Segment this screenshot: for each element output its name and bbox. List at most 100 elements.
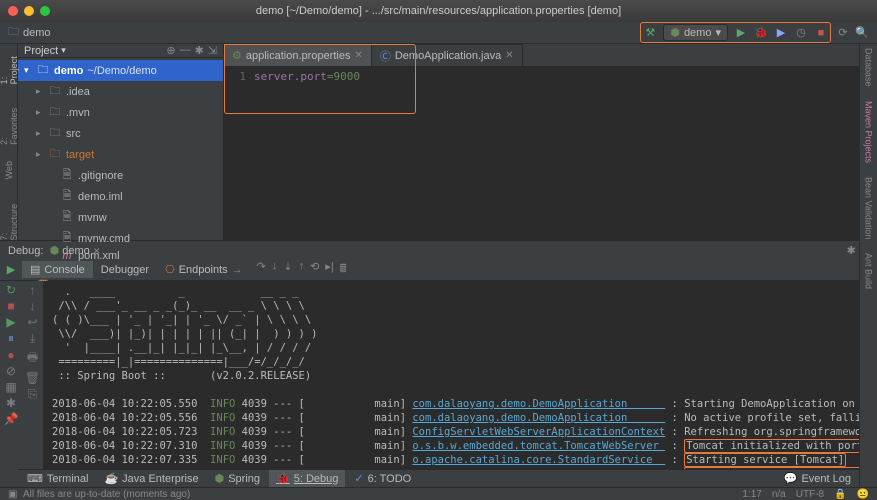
log-line: 2018-06-04 10:22:05.723 INFO 4039 --- [ …: [52, 425, 869, 439]
prop-key: server.port: [254, 70, 327, 83]
run-config-selector[interactable]: ⬢ demo ▾: [663, 24, 728, 41]
rerun-icon[interactable]: ↻: [2, 283, 20, 297]
profile-icon[interactable]: ◷: [794, 26, 808, 40]
view-breakpoints-icon[interactable]: ●: [2, 348, 20, 362]
tab-demo-application[interactable]: Ⓒ DemoApplication.java ✕: [372, 44, 523, 66]
tool-database[interactable]: Database: [864, 48, 874, 87]
debug-tab-console[interactable]: ▤Console: [22, 261, 93, 278]
soft-wrap-icon[interactable]: ↩: [24, 315, 41, 329]
lock-icon[interactable]: 🔒: [834, 489, 846, 500]
log-line: 2018-06-04 10:22:07.310 INFO 4039 --- [ …: [52, 439, 869, 453]
step-over-icon[interactable]: ↷: [257, 260, 266, 279]
step-into-icon[interactable]: ↓: [272, 260, 278, 279]
drop-frame-icon[interactable]: ⟲: [310, 260, 319, 279]
scroll-end-icon[interactable]: ⤓: [24, 331, 41, 346]
folder-icon: 🗀: [48, 103, 62, 122]
layout-icon[interactable]: ▦: [2, 380, 20, 394]
coverage-icon[interactable]: ▶: [774, 26, 788, 40]
bottom-debug[interactable]: 🐞5: Debug: [269, 470, 345, 488]
editor-body[interactable]: 1server.port=9000: [224, 66, 877, 240]
tool-bean-validation[interactable]: Bean Validation: [864, 177, 874, 239]
gear-icon[interactable]: ✱: [195, 44, 204, 57]
bottom-java-enterprise[interactable]: ☕Java Enterprise: [97, 470, 205, 488]
endpoints-icon: ⎔: [165, 263, 175, 276]
status-bar: ▣ All files are up-to-date (moments ago)…: [0, 487, 877, 500]
folder-icon: 🗀: [48, 145, 62, 164]
close-icon[interactable]: ✕: [93, 246, 101, 256]
pause-icon[interactable]: ⏸: [2, 331, 20, 346]
bottom-spring[interactable]: ⬢Spring: [208, 470, 267, 488]
tree-root[interactable]: ▾ 🗀 demo ~/Demo/demo: [18, 60, 223, 81]
chevron-down-icon: ▾: [715, 26, 721, 39]
run-to-cursor-icon[interactable]: ▸|: [325, 260, 333, 279]
settings-icon[interactable]: ✱: [2, 396, 20, 410]
tree-item-src[interactable]: ▸🗀src: [18, 123, 223, 144]
bottom-todo[interactable]: ✓6: TODO: [347, 470, 418, 488]
search-icon[interactable]: 🔍: [855, 26, 869, 40]
close-icon[interactable]: ✕: [354, 50, 362, 61]
event-log[interactable]: 💬Event Log: [784, 472, 859, 485]
mute-breakpoints-icon[interactable]: ⊘: [2, 364, 20, 378]
debug-tab-endpoints[interactable]: ⎔Endpoints →: [157, 261, 251, 278]
run-icon[interactable]: ▶: [734, 26, 748, 40]
file-icon: 🗎: [60, 208, 74, 227]
chevron-down-icon[interactable]: ▾: [61, 45, 66, 56]
bug-icon: 🐞: [276, 472, 290, 485]
stop-icon[interactable]: ■: [2, 299, 20, 313]
debug-tab-debugger[interactable]: Debugger: [93, 262, 157, 278]
right-tool-strip: Database Maven Projects Bean Validation …: [859, 44, 877, 486]
tree-item-mvnw[interactable]: 🗎mvnw: [18, 207, 223, 228]
project-view-selector[interactable]: Project: [24, 45, 58, 57]
leaf-icon: ⬢: [50, 245, 60, 257]
tool-project[interactable]: 1: Project: [0, 48, 19, 84]
console-output[interactable]: . ____ _ __ _ _ /\\ / ___'_ __ _ _(_)_ _…: [44, 281, 877, 481]
filter-icon[interactable]: ⎘: [24, 387, 41, 402]
update-icon[interactable]: ⟳: [836, 26, 850, 40]
debug-tool-window: Debug: ⬢ demo ✕ ✱⇲ ▶ ▤Console Debugger ⎔…: [0, 240, 877, 481]
print-icon[interactable]: 🖶: [24, 348, 41, 369]
project-pane: Project ▾ ⊕ — ✱ ⇲ ▾ 🗀 demo ~/Demo/demo ▸…: [18, 44, 224, 240]
rerun-icon[interactable]: ▶: [7, 264, 15, 276]
tool-ant[interactable]: Ant Build: [864, 253, 874, 289]
evaluate-icon[interactable]: 🖩: [340, 260, 347, 279]
hector-icon[interactable]: 😐: [857, 489, 869, 500]
step-out-icon[interactable]: ↑: [299, 260, 305, 279]
tree-item-target[interactable]: ▸🗀target: [18, 144, 223, 165]
log-line: 2018-06-04 10:22:05.556 INFO 4039 --- [ …: [52, 411, 869, 425]
debug-icon[interactable]: 🐞: [754, 26, 768, 40]
tree-item-mvn[interactable]: ▸🗀.mvn: [18, 102, 223, 123]
window-icon[interactable]: ▣: [8, 489, 17, 500]
hide-icon[interactable]: ⇲: [208, 44, 217, 57]
build-icon[interactable]: ⚒: [643, 26, 657, 40]
caret-right-icon[interactable]: ▸: [36, 149, 44, 160]
gear-icon[interactable]: ✱: [847, 244, 856, 257]
resume-icon[interactable]: ▶: [2, 315, 20, 329]
tree-item-gitignore[interactable]: 🗎.gitignore: [18, 165, 223, 186]
tool-web[interactable]: Web: [4, 161, 14, 179]
clear-icon[interactable]: 🗑: [24, 371, 41, 385]
caret-right-icon[interactable]: ▸: [36, 128, 44, 139]
caret-right-icon[interactable]: ▸: [36, 107, 44, 118]
tool-maven[interactable]: Maven Projects: [864, 101, 874, 163]
caret-right-icon[interactable]: ▸: [36, 86, 44, 97]
close-icon[interactable]: ✕: [505, 50, 513, 61]
bottom-tool-bar: ⌨Terminal ☕Java Enterprise ⬢Spring 🐞5: D…: [18, 469, 859, 487]
tab-application-properties[interactable]: ⚙ application.properties ✕: [224, 44, 372, 66]
bottom-terminal[interactable]: ⌨Terminal: [20, 470, 95, 488]
force-step-icon[interactable]: ⇣: [283, 260, 292, 279]
pin-icon[interactable]: 📌: [2, 412, 20, 426]
tool-structure[interactable]: 7: Structure: [0, 196, 19, 240]
collapse-icon[interactable]: —: [180, 44, 191, 57]
stop-icon[interactable]: ■: [814, 26, 828, 40]
breadcrumb-root[interactable]: demo: [23, 27, 51, 39]
tool-favorites[interactable]: 2: Favorites: [0, 100, 19, 145]
scroll-target-icon[interactable]: ⊕: [166, 44, 175, 57]
project-tree[interactable]: ▾ 🗀 demo ~/Demo/demo ▸🗀.idea ▸🗀.mvn ▸🗀sr…: [18, 58, 223, 295]
tree-item-iml[interactable]: 🗎demo.iml: [18, 186, 223, 207]
encoding[interactable]: UTF-8: [796, 489, 824, 500]
log-line: 2018-06-04 10:22:05.550 INFO 4039 --- [ …: [52, 397, 869, 411]
tree-item-idea[interactable]: ▸🗀.idea: [18, 81, 223, 102]
down-icon[interactable]: ↓: [24, 299, 41, 313]
caret-down-icon[interactable]: ▾: [24, 65, 32, 76]
up-icon[interactable]: ↑: [24, 283, 41, 297]
